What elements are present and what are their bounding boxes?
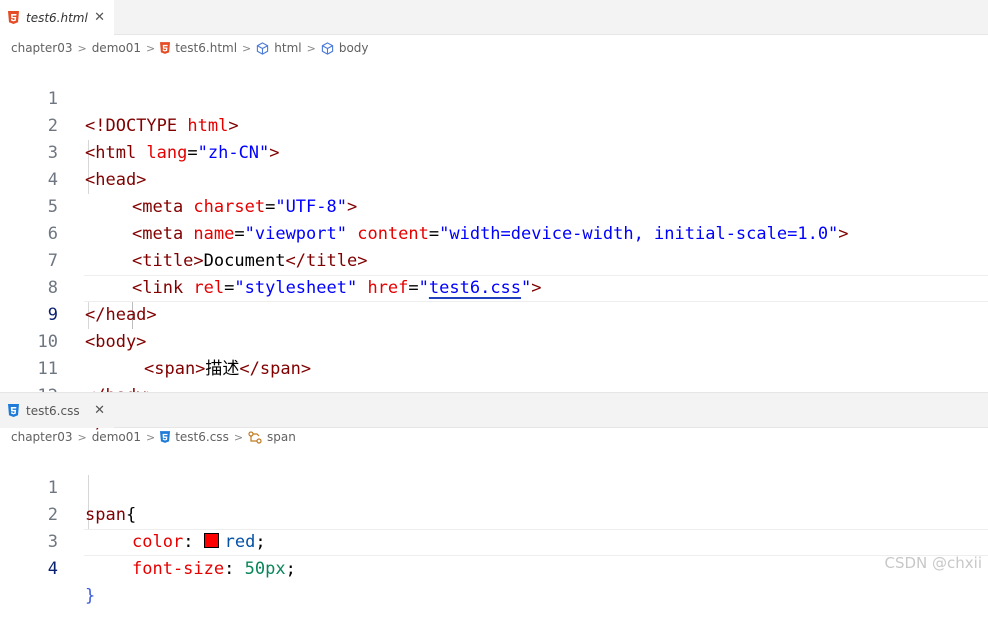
breadcrumb-item[interactable]: html bbox=[274, 41, 301, 55]
css3-icon bbox=[160, 431, 171, 443]
close-icon[interactable]: ✕ bbox=[94, 10, 105, 25]
code-line: 8 </head> bbox=[0, 248, 988, 325]
tab-label: test6.css bbox=[26, 403, 80, 418]
code-line: 5 <meta name="viewport" content="width=d… bbox=[0, 167, 988, 244]
code-line: 4 <meta charset="UTF-8"> bbox=[0, 140, 988, 217]
breadcrumb-item[interactable]: test6.css bbox=[175, 430, 229, 444]
chevron-right-icon: > bbox=[77, 41, 87, 55]
line-text: font-size: 50px; bbox=[132, 559, 296, 579]
css3-icon bbox=[7, 404, 20, 417]
code-line: 3 font-size: 50px; bbox=[0, 502, 988, 579]
breadcrumb-item[interactable]: chapter03 bbox=[11, 41, 72, 55]
code-line: 6 <title>Document</title> bbox=[0, 194, 988, 271]
breadcrumb-item[interactable]: test6.html bbox=[175, 41, 237, 55]
breadcrumb-item[interactable]: demo01 bbox=[92, 430, 141, 444]
watermark: CSDN @chxii bbox=[884, 554, 983, 572]
breadcrumb-item[interactable]: body bbox=[339, 41, 369, 55]
chevron-right-icon: > bbox=[306, 41, 316, 55]
css-tab-bar: test6.css ✕ bbox=[0, 392, 988, 428]
html-tab-bar: test6.html ✕ bbox=[0, 0, 988, 35]
tab-label: test6.html bbox=[26, 10, 88, 25]
code-line: 7 <link rel="stylesheet" href="test6.css… bbox=[0, 221, 988, 298]
breadcrumb: chapter03 > demo01 > test6.html > html >… bbox=[11, 37, 369, 59]
breadcrumb-item[interactable]: demo01 bbox=[92, 41, 141, 55]
code-line: 2 color: red; bbox=[0, 475, 988, 552]
breadcrumb-item[interactable]: chapter03 bbox=[11, 430, 72, 444]
line-text: } bbox=[85, 586, 96, 606]
cube-icon bbox=[321, 41, 334, 55]
chevron-right-icon: > bbox=[146, 430, 156, 444]
cube-icon bbox=[256, 41, 269, 55]
html5-icon bbox=[160, 42, 171, 54]
code-line: 12 </html> bbox=[0, 356, 988, 433]
breadcrumb-item[interactable]: span bbox=[267, 430, 296, 444]
chevron-right-icon: > bbox=[146, 41, 156, 55]
code-line: 9 <body> bbox=[0, 275, 988, 352]
code-line: 1 span{ bbox=[0, 448, 988, 525]
chevron-right-icon: > bbox=[233, 430, 244, 444]
selector-icon bbox=[248, 430, 262, 444]
breadcrumb: chapter03 > demo01 > test6.css > span bbox=[11, 426, 296, 448]
chevron-right-icon: > bbox=[242, 41, 252, 55]
line-number: 4 bbox=[47, 559, 58, 579]
close-icon[interactable]: ✕ bbox=[94, 403, 105, 418]
code-line: 11 </body> bbox=[0, 329, 988, 406]
html5-icon bbox=[7, 11, 20, 24]
code-line: 4 } bbox=[0, 529, 988, 606]
code-line: 2 <html lang="zh-CN"> bbox=[0, 86, 988, 163]
tab-test6-css[interactable]: test6.css ✕ bbox=[0, 393, 114, 428]
code-line: 10 <span>描述</span> bbox=[0, 302, 988, 379]
tab-test6-html[interactable]: test6.html ✕ bbox=[0, 0, 114, 35]
code-line: 1 <!DOCTYPE html> bbox=[0, 59, 988, 136]
code-line: 3 <head> bbox=[0, 113, 988, 190]
chevron-right-icon: > bbox=[77, 430, 87, 444]
